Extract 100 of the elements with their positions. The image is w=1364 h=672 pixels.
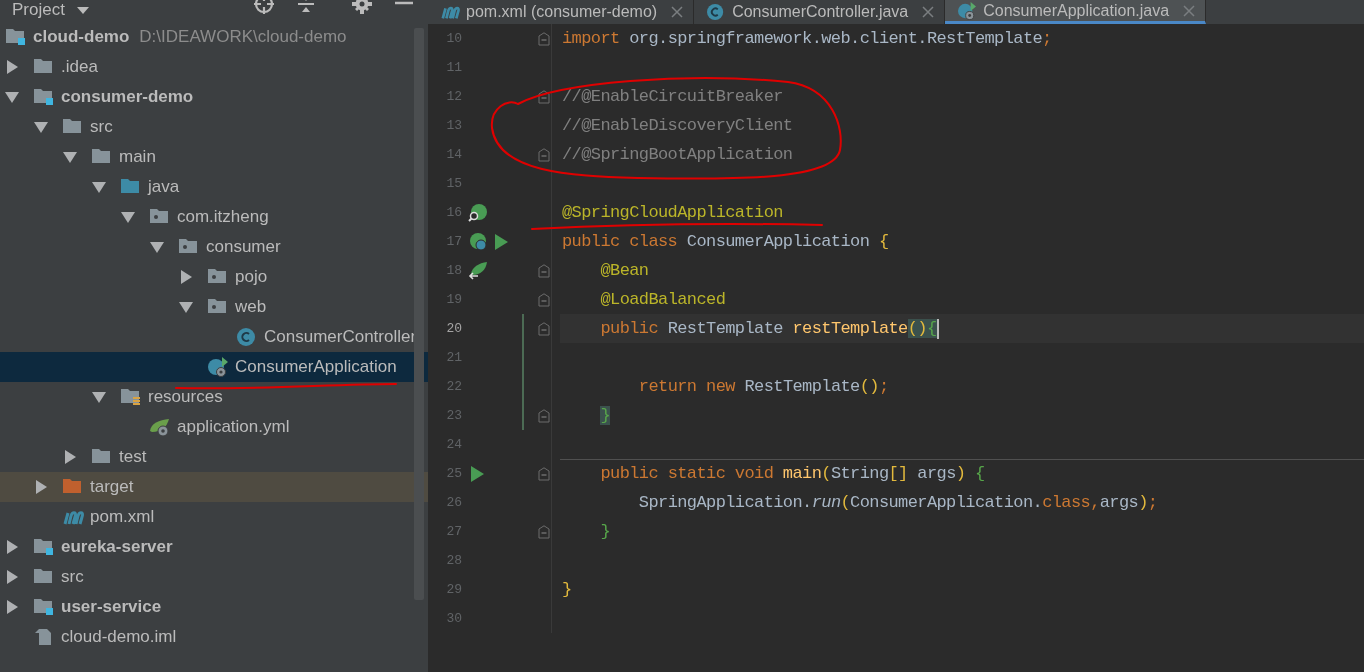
bean-class-icon[interactable]: [468, 231, 488, 252]
tree-item[interactable]: src: [0, 112, 428, 142]
bean-search-icon[interactable]: [468, 202, 488, 223]
tree-item[interactable]: web: [0, 292, 428, 322]
collapse-icon[interactable]: [296, 0, 316, 14]
tree-item[interactable]: .idea: [0, 52, 428, 82]
code-line: SpringApplication.run(ConsumerApplication.class,args);: [637, 493, 1158, 512]
panel-title[interactable]: Project: [12, 0, 65, 20]
collapse-arrow-icon[interactable]: [5, 600, 19, 614]
change-marker[interactable]: [522, 314, 524, 343]
tree-item[interactable]: consumer-demo: [0, 82, 428, 112]
module-folder-icon: [33, 597, 55, 617]
scrollbar-thumb[interactable]: [414, 28, 424, 600]
tree-item-label: java: [148, 176, 180, 199]
editor-tab[interactable]: pom.xml (consumer-demo): [428, 0, 695, 24]
collapse-arrow-icon[interactable]: [5, 60, 19, 74]
change-marker[interactable]: [522, 401, 524, 430]
tree-item[interactable]: eureka-server: [0, 532, 428, 562]
code-line: public static void main(String[] args) {: [599, 464, 985, 483]
close-icon[interactable]: [922, 6, 935, 18]
fold-marker-icon[interactable]: [537, 263, 550, 278]
expand-arrow-icon[interactable]: [63, 150, 77, 164]
line-number: 30: [445, 610, 462, 628]
settings-icon[interactable]: [352, 0, 372, 14]
fold-marker-icon[interactable]: [537, 147, 550, 162]
tree-item[interactable]: java: [0, 172, 428, 202]
tree-item-label: ConsumerController: [264, 326, 417, 349]
editor-tab[interactable]: ConsumerController.java: [694, 0, 946, 24]
tree-item-label: target: [90, 476, 134, 499]
expand-arrow-icon[interactable]: [92, 390, 106, 404]
expand-arrow-icon[interactable]: [179, 300, 193, 314]
expand-arrow-icon[interactable]: [121, 210, 135, 224]
bean-arrow-icon[interactable]: [468, 260, 488, 281]
line-number: 10: [445, 30, 462, 48]
code-line: }: [599, 522, 611, 541]
line-number: 21: [445, 349, 462, 367]
tree-item[interactable]: cloud-demo D:\IDEAWORK\cloud-demo: [0, 22, 428, 52]
tree-item[interactable]: ConsumerController: [0, 322, 428, 352]
code-line: @Bean: [599, 261, 649, 280]
expand-arrow-icon[interactable]: [34, 120, 48, 134]
line-number: 28: [445, 552, 462, 570]
line-number: 27: [445, 523, 462, 541]
code-line: //@EnableDiscoveryClient: [562, 116, 793, 135]
project-path: D:\IDEAWORK\cloud-demo: [139, 26, 347, 49]
line-number: 18: [445, 262, 462, 280]
dropdown-caret-icon[interactable]: [74, 4, 91, 16]
tree-item[interactable]: com.itzheng: [0, 202, 428, 232]
tree-item[interactable]: pojo: [0, 262, 428, 292]
collapse-arrow-icon[interactable]: [179, 270, 193, 284]
close-icon[interactable]: [671, 6, 684, 18]
tree-item[interactable]: target: [0, 472, 428, 502]
expand-arrow-icon[interactable]: [150, 240, 164, 254]
expand-arrow-icon[interactable]: [92, 180, 106, 194]
expand-arrow-icon[interactable]: [5, 90, 19, 104]
fold-marker-icon[interactable]: [537, 31, 550, 46]
fold-marker-icon[interactable]: [537, 321, 550, 336]
tree-item[interactable]: pom.xml: [0, 502, 428, 532]
change-marker[interactable]: [522, 343, 524, 372]
locate-icon[interactable]: [254, 0, 274, 14]
module-folder-icon: [33, 537, 55, 557]
tree-item[interactable]: ConsumerApplication: [0, 352, 428, 382]
tree-item-label: eureka-server: [61, 536, 173, 559]
line-number: 24: [445, 436, 462, 454]
line-number: 22: [445, 378, 462, 396]
tree-item[interactable]: src: [0, 562, 428, 592]
tree-item[interactable]: application.yml: [0, 412, 428, 442]
collapse-arrow-icon[interactable]: [63, 450, 77, 464]
tree-item[interactable]: cloud-demo.iml: [0, 622, 428, 652]
line-number: 20: [445, 320, 462, 338]
class-icon: [236, 327, 258, 347]
fold-marker-icon[interactable]: [537, 524, 550, 539]
tree-item[interactable]: main: [0, 142, 428, 172]
tree-item-label: src: [90, 116, 113, 139]
tree-item-label: pom.xml: [90, 506, 155, 529]
tree-item-label: consumer-demo: [61, 86, 194, 109]
tree-item-label: cloud-demo: [33, 26, 130, 49]
tree-item-label: resources: [148, 386, 223, 409]
collapse-arrow-icon[interactable]: [5, 570, 19, 584]
line-number: 25: [445, 465, 462, 483]
editor-tab[interactable]: ConsumerApplication.java: [945, 0, 1207, 24]
tree-item[interactable]: user-service: [0, 592, 428, 622]
tree-item[interactable]: consumer: [0, 232, 428, 262]
tree-item-label: web: [235, 296, 267, 319]
tree-item-label: com.itzheng: [177, 206, 269, 229]
fold-marker-icon[interactable]: [537, 89, 550, 104]
line-number: 14: [445, 146, 462, 164]
fold-marker-icon[interactable]: [537, 466, 550, 481]
tree-item-label: application.yml: [177, 416, 290, 439]
tree-item[interactable]: resources: [0, 382, 428, 412]
tree-item-label: cloud-demo.iml: [61, 626, 177, 649]
fold-marker-icon[interactable]: [537, 292, 550, 307]
line-number: 23: [445, 407, 462, 425]
collapse-arrow-icon[interactable]: [5, 540, 19, 554]
line-number: 13: [445, 117, 462, 135]
code-line: import org.springframework.web.client.RestTemplate;: [562, 29, 1052, 48]
collapse-arrow-icon[interactable]: [34, 480, 48, 494]
change-marker[interactable]: [522, 372, 524, 401]
code-line: }: [562, 580, 572, 599]
fold-marker-icon[interactable]: [537, 408, 550, 423]
tree-item[interactable]: test: [0, 442, 428, 472]
